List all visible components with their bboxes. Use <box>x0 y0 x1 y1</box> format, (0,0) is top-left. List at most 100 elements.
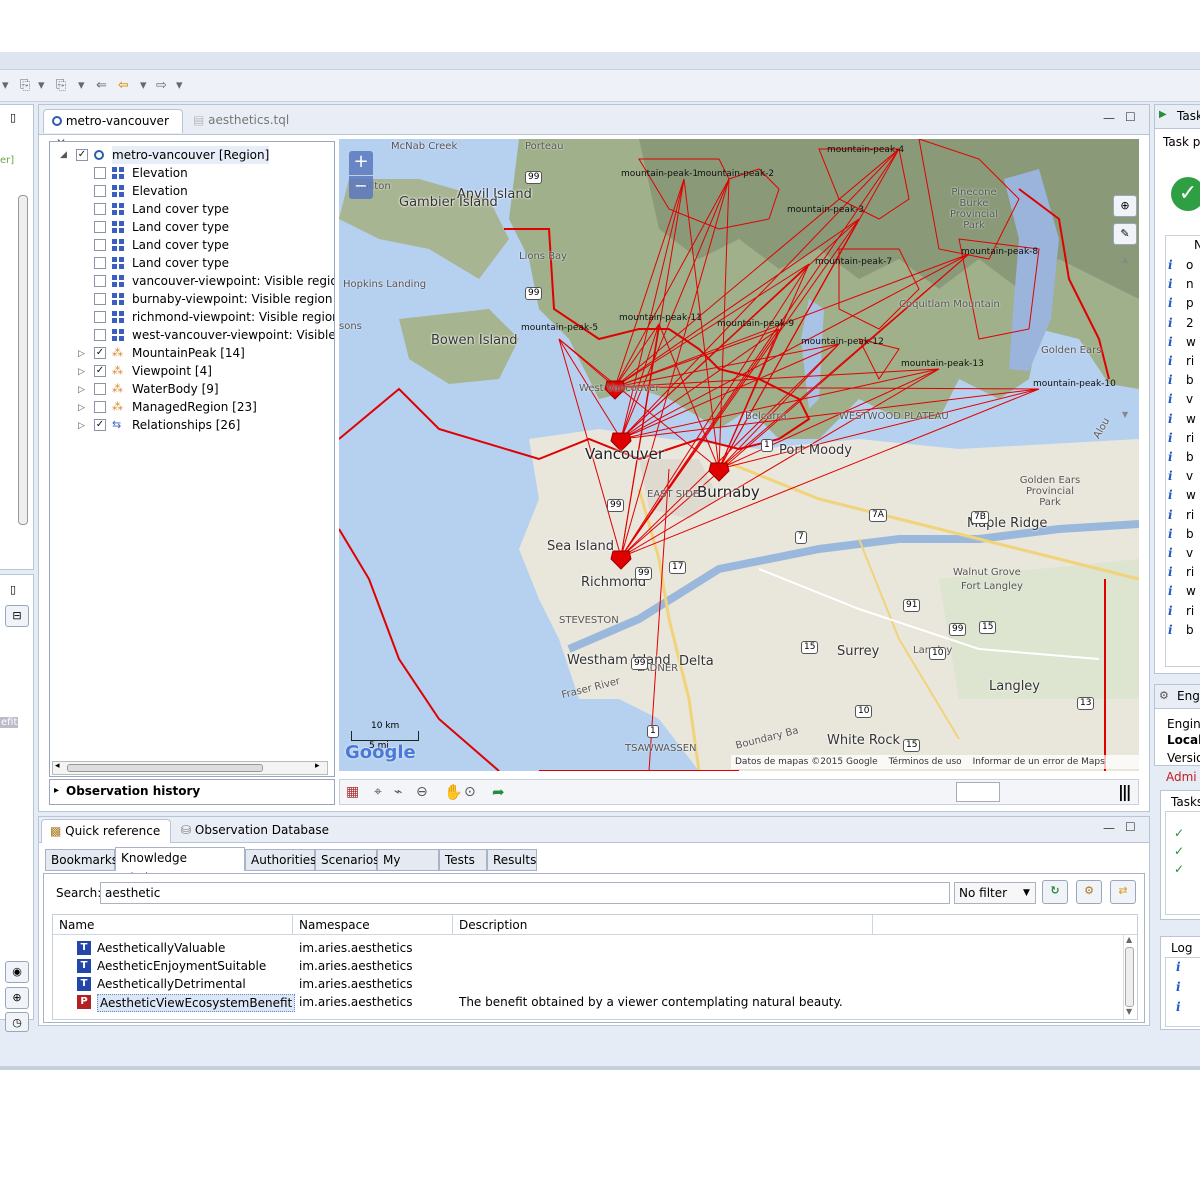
tree-group-row[interactable]: ▷ ⁂ ManagedRegion [23] <box>50 398 334 416</box>
task-list-row[interactable]: iv <box>1166 390 1200 409</box>
map-view[interactable]: mountain-peak-1 mountain-peak-2 mountain-p… <box>339 139 1139 771</box>
history-icon[interactable]: ⎘ <box>20 78 30 93</box>
subtab-bookmarks[interactable]: Bookmarks <box>45 849 118 871</box>
zoom-in-button[interactable]: + <box>349 151 373 175</box>
checkbox[interactable] <box>94 167 106 179</box>
table-row[interactable]: T AestheticallyValuable im.aries.aesthetic… <box>53 939 1123 957</box>
subtab-knowledge-dictionary[interactable]: Knowledge Dictionary <box>115 847 245 885</box>
minimize-icon[interactable]: — <box>1103 821 1115 835</box>
expand-arrow-icon[interactable]: ◢ <box>60 146 67 164</box>
scroll-down-icon[interactable]: ▼ <box>1126 1007 1132 1016</box>
vertical-scrollbar[interactable]: ▲ ▼ <box>1122 255 1132 425</box>
checkbox[interactable]: ✓ <box>94 419 106 431</box>
subtab-scenarios[interactable]: Scenarios <box>315 849 379 871</box>
task-list-row[interactable]: io <box>1166 256 1200 275</box>
expand-arrow-icon[interactable]: ▷ <box>78 363 85 381</box>
tree-layer-row[interactable]: burnaby-viewpoint: Visible region pre <box>50 290 334 308</box>
table-row[interactable]: P AestheticViewEcosystemBenefit im.aries.a… <box>53 993 1123 1012</box>
observation-history-bar[interactable]: ▸ Observation history <box>49 779 335 805</box>
tree-group-row[interactable]: ▷ ✓ ⇆ Relationships [26] <box>50 416 334 435</box>
measure-tool-icon[interactable]: ⌁ <box>394 784 402 800</box>
restore-icon[interactable]: ▯ <box>10 583 16 596</box>
tasks-tab-label[interactable]: Tasks <box>1171 795 1200 809</box>
column-header-name[interactable]: Name <box>53 915 293 935</box>
minimize-icon[interactable]: — <box>1103 111 1115 125</box>
task-list-row[interactable]: iw <box>1166 333 1200 352</box>
refresh-icon[interactable]: ↻ <box>1042 880 1068 904</box>
settings-icon[interactable]: ⚙ <box>1076 880 1102 904</box>
scroll-right-icon[interactable]: ▸ <box>315 761 320 771</box>
pan-hand-icon[interactable]: ✋ <box>444 783 463 801</box>
tree-layer-row[interactable]: Land cover type <box>50 254 334 272</box>
restore-icon[interactable]: ▯ <box>10 111 16 124</box>
task-list-row[interactable]: ib <box>1166 371 1200 390</box>
select-tool-icon[interactable]: ⌖ <box>374 784 382 800</box>
subtab-results[interactable]: Results <box>487 849 537 871</box>
tree-layer-row[interactable]: vancouver-viewpoint: Visible region p <box>50 272 334 290</box>
checkbox[interactable] <box>94 275 106 287</box>
scroll-thumb[interactable] <box>67 764 263 772</box>
back-icon[interactable]: ⇦ <box>118 78 129 93</box>
scroll-thumb[interactable] <box>1125 947 1134 1007</box>
task-list-row[interactable]: i ri <box>1166 563 1200 582</box>
checkbox[interactable] <box>94 293 106 305</box>
tree-group-row[interactable]: ▷ ✓ ⁂ MountainPeak [14] <box>50 344 334 363</box>
checkbox[interactable]: ✓ <box>76 149 88 161</box>
clock-icon[interactable]: ◷ <box>5 1012 29 1032</box>
tab-metro-vancouver[interactable]: metro-vancouver ✕ <box>43 109 183 150</box>
tree-layer-row[interactable]: Elevation <box>50 164 334 182</box>
report-error-link[interactable]: Informar de un error de Maps <box>973 757 1105 767</box>
checkbox[interactable] <box>94 257 106 269</box>
tree-layer-row[interactable]: Elevation <box>50 182 334 200</box>
task-list-row[interactable]: i ri <box>1166 429 1200 448</box>
tree-group-row[interactable]: ▷ ⁂ WaterBody [9] <box>50 380 334 398</box>
column-header-namespace[interactable]: Namespace <box>293 915 453 935</box>
task-list-row[interactable]: ib <box>1166 448 1200 467</box>
scroll-up-icon[interactable]: ▲ <box>1126 935 1132 944</box>
task-list-row[interactable]: ib <box>1166 621 1200 640</box>
tree-layer-row[interactable]: richmond-viewpoint: Visible region p <box>50 308 334 326</box>
columns-icon[interactable]: ||| <box>1118 782 1131 801</box>
table-row[interactable]: T AestheticEnjoymentSuitable im.aries.aest… <box>53 957 1123 975</box>
task-list-row[interactable]: ib <box>1166 525 1200 544</box>
checkbox[interactable] <box>94 401 106 413</box>
task-list-row[interactable]: iw <box>1166 410 1200 429</box>
tree-layer-row[interactable]: Land cover type <box>50 236 334 254</box>
coordinate-field[interactable] <box>956 782 1000 802</box>
expand-arrow-icon[interactable]: ▷ <box>78 417 85 435</box>
checkbox[interactable] <box>94 311 106 323</box>
maximize-icon[interactable]: ☐ <box>1125 820 1136 834</box>
sync-icon[interactable]: ⇄ <box>1110 880 1136 904</box>
expand-arrow-icon[interactable]: ▷ <box>78 345 85 363</box>
checkbox[interactable] <box>94 383 106 395</box>
globe-icon[interactable]: ⊕ <box>1113 195 1137 217</box>
zoom-tool-icon[interactable]: ⊖ <box>416 784 428 800</box>
status-icon[interactable]: ◉ <box>5 961 29 983</box>
map-canvas[interactable] <box>339 139 1139 771</box>
horizontal-scrollbar[interactable]: ◂ ▸ <box>52 761 328 775</box>
maximize-icon[interactable]: ☐ <box>1125 110 1136 124</box>
task-list-row[interactable]: iv <box>1166 544 1200 563</box>
table-row[interactable]: T AestheticallyDetrimental im.aries.aesthe… <box>53 975 1123 993</box>
task-list-row[interactable]: i ri <box>1166 506 1200 525</box>
map-layers-icon[interactable]: ▦ <box>346 784 359 800</box>
globe-icon[interactable]: ⊕ <box>5 987 29 1009</box>
log-tab-label[interactable]: Log <box>1171 941 1192 955</box>
tree-layer-row[interactable]: Land cover type <box>50 218 334 236</box>
tab-quick-reference[interactable]: ▩ Quick reference ✕ <box>41 819 171 860</box>
task-list-row[interactable]: ip <box>1166 294 1200 313</box>
task-tab-label[interactable]: Task <box>1177 109 1200 123</box>
tab-observation-database[interactable]: ⛁ Observation Database <box>173 819 337 843</box>
forward-icon[interactable]: ⇨ <box>156 78 167 93</box>
checkbox[interactable] <box>94 329 106 341</box>
column-header-description[interactable]: Description <box>453 915 873 935</box>
terms-link[interactable]: Términos de uso <box>889 757 962 767</box>
zoom-out-button[interactable]: − <box>349 175 373 199</box>
dropdown-arrow-icon[interactable]: ▾ <box>140 78 147 93</box>
tree-root[interactable]: ◢ ✓ metro-vancouver [Region] <box>50 146 334 164</box>
checkbox[interactable] <box>94 221 106 233</box>
vertical-scrollbar[interactable] <box>18 195 28 525</box>
vertical-scrollbar[interactable]: ▲ ▼ <box>1123 935 1135 1019</box>
center-icon[interactable]: ⊙ <box>464 784 476 800</box>
task-list-row[interactable]: i ri <box>1166 352 1200 371</box>
